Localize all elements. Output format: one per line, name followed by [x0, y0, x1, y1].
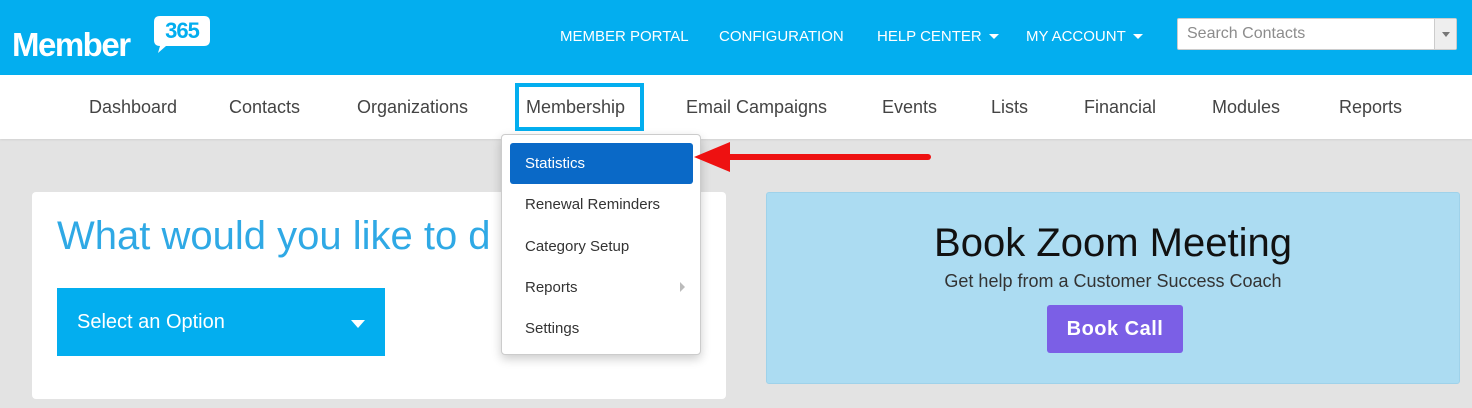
topnav-configuration[interactable]: CONFIGURATION — [719, 28, 844, 45]
zoom-title: Book Zoom Meeting — [934, 221, 1292, 265]
select-option-dropdown[interactable]: Select an Option — [57, 288, 385, 356]
menu-item-settings[interactable]: Settings — [510, 308, 693, 349]
menu-item-reports[interactable]: Reports — [510, 267, 693, 308]
menu-item-label: Reports — [525, 279, 578, 296]
search-input[interactable] — [1178, 19, 1433, 49]
logo-text: Member — [12, 26, 131, 63]
caret-down-icon — [351, 320, 365, 328]
select-label: Select an Option — [77, 311, 225, 333]
topnav-my-account[interactable]: MY ACCOUNT — [1026, 28, 1143, 45]
search-contacts — [1177, 18, 1457, 50]
caret-down-icon — [988, 33, 999, 39]
topnav-label: MY ACCOUNT — [1026, 28, 1126, 45]
logo-badge: 365 — [152, 14, 212, 53]
nav-email-campaigns[interactable]: Email Campaigns — [686, 97, 827, 118]
topnav-help-center[interactable]: HELP CENTER — [877, 28, 999, 45]
nav-membership[interactable]: Membership — [526, 97, 625, 118]
caret-down-icon — [1132, 33, 1143, 39]
top-bar: Member 365 MEMBER PORTAL CONFIGURATION H… — [0, 0, 1472, 75]
logo-badge-number: 365 — [165, 18, 200, 43]
zoom-meeting-card: Book Zoom Meeting Get help from a Custom… — [766, 192, 1460, 384]
nav-reports[interactable]: Reports — [1339, 97, 1402, 118]
nav-contacts[interactable]: Contacts — [229, 97, 300, 118]
topnav-label: MEMBER PORTAL — [560, 28, 689, 45]
caret-right-icon — [680, 282, 685, 292]
menu-item-label: Statistics — [525, 155, 586, 172]
menu-item-label: Renewal Reminders — [525, 196, 661, 213]
nav-organizations[interactable]: Organizations — [357, 97, 468, 118]
main-nav: Dashboard Contacts Organizations Members… — [0, 75, 1472, 139]
member365-logo[interactable]: Member 365 — [12, 14, 212, 63]
topnav-member-portal[interactable]: MEMBER PORTAL — [560, 28, 689, 45]
card-title: What would you like to d — [57, 214, 491, 258]
menu-item-category-setup[interactable]: Category Setup — [510, 226, 693, 267]
menu-item-label: Settings — [525, 320, 580, 337]
nav-lists[interactable]: Lists — [991, 97, 1028, 118]
search-dropdown-button[interactable] — [1434, 19, 1456, 49]
topnav-label: HELP CENTER — [877, 28, 982, 45]
topnav-label: CONFIGURATION — [719, 28, 844, 45]
nav-events[interactable]: Events — [882, 97, 937, 118]
membership-dropdown-menu: Statistics Renewal Reminders Category Se… — [501, 134, 701, 355]
nav-modules[interactable]: Modules — [1212, 97, 1280, 118]
nav-dashboard[interactable]: Dashboard — [89, 97, 177, 118]
red-arrow-icon — [694, 142, 931, 172]
zoom-subtitle: Get help from a Customer Success Coach — [944, 271, 1282, 291]
menu-item-statistics[interactable]: Statistics — [510, 143, 693, 184]
nav-financial[interactable]: Financial — [1084, 97, 1156, 118]
menu-item-label: Category Setup — [525, 238, 630, 255]
menu-item-renewal-reminders[interactable]: Renewal Reminders — [510, 184, 693, 225]
book-call-button[interactable]: Book Call — [1047, 305, 1183, 353]
